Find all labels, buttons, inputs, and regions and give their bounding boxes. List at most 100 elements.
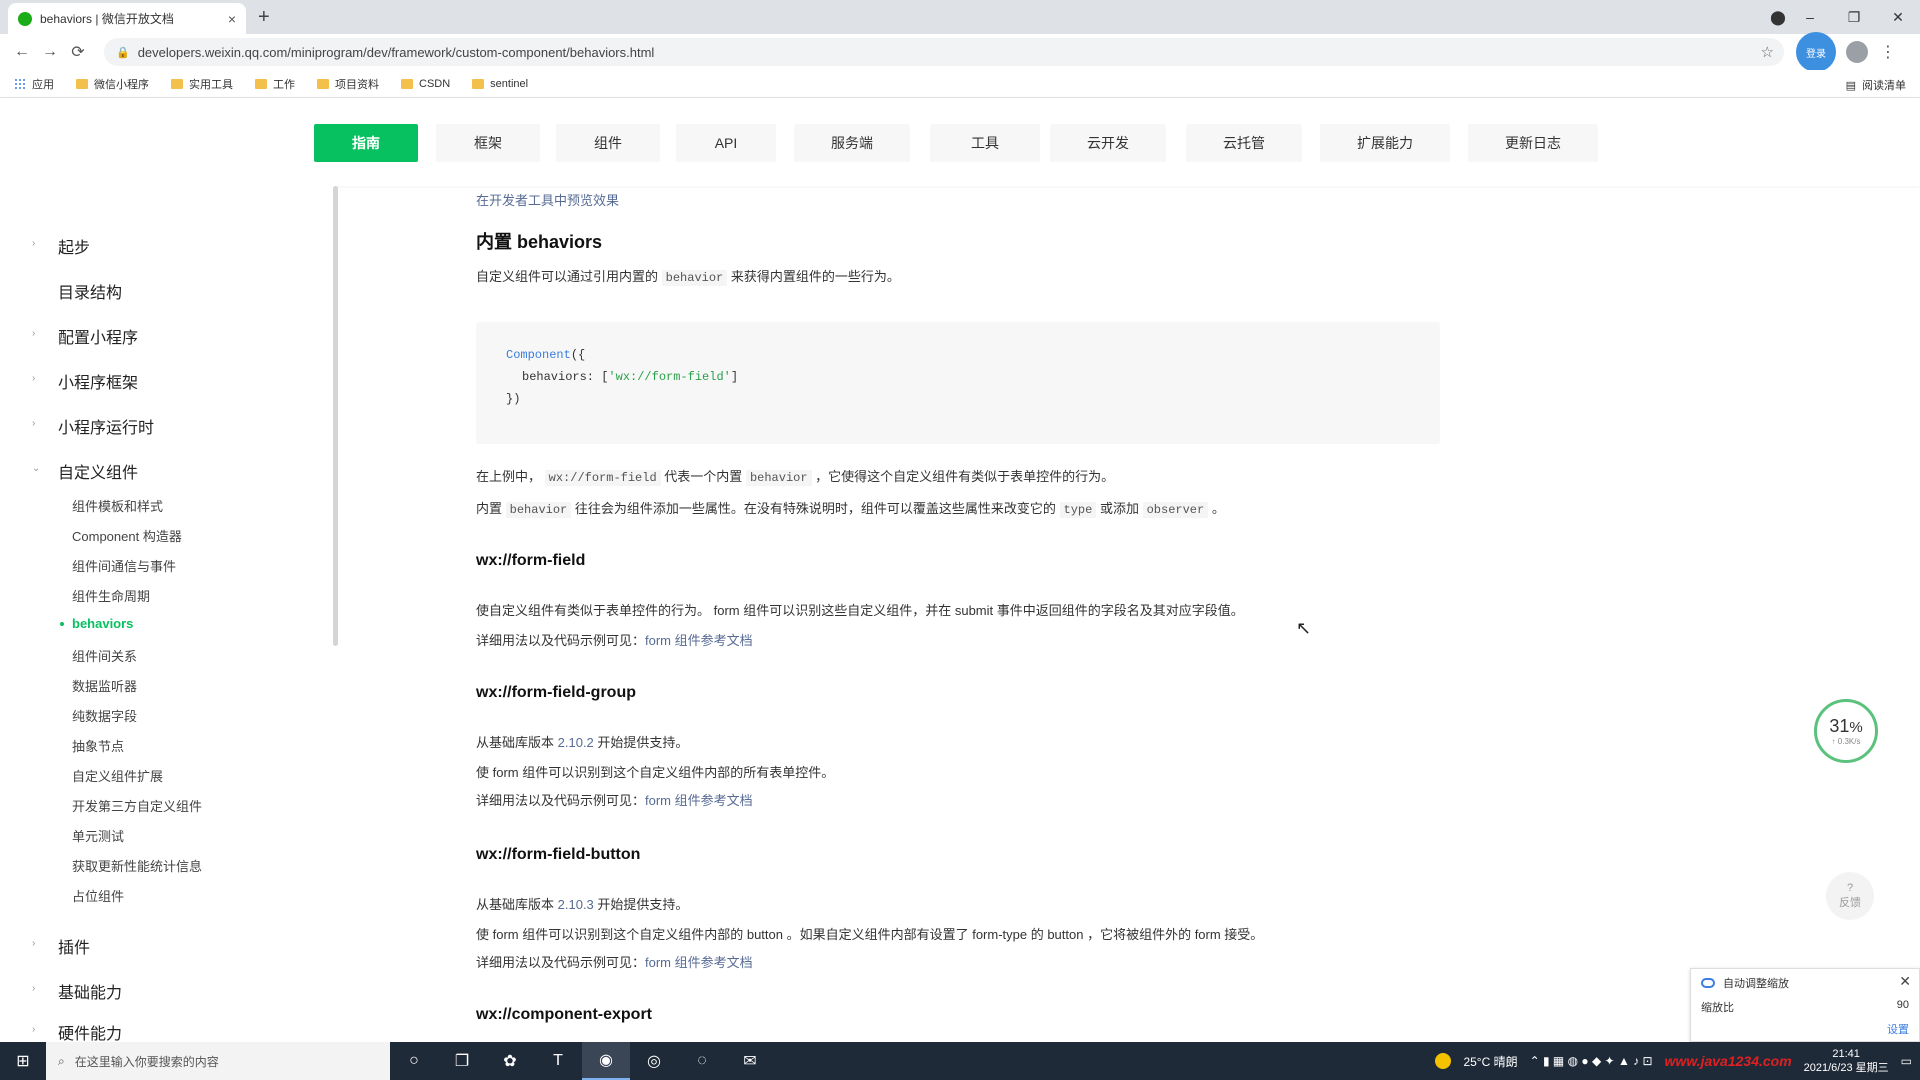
windows-taskbar: ⊞ ⌕ 在这里输入你要搜索的内容 ○ ❐ ✿ T ◉ ◎ ◌ ✉ 25°C 晴朗 … (0, 1042, 1920, 1080)
tab-close-icon[interactable]: × (228, 11, 236, 27)
taskbar-search-input[interactable]: ⌕ 在这里输入你要搜索的内容 (46, 1042, 390, 1080)
nav-server[interactable]: 服务端 (794, 124, 910, 162)
section-title-form-field-button: wx://form-field-button (476, 846, 641, 863)
close-window-button[interactable]: ✕ (1876, 9, 1920, 26)
notifications-icon[interactable]: ▭ (1901, 1054, 1912, 1068)
paragraph: 使 form 组件可以识别到这个自定义组件内部的所有表单控件。 (476, 765, 835, 780)
code-block: Component({ behaviors: ['wx://form-field… (476, 322, 1440, 444)
sidebar-item[interactable]: › 插件 (26, 934, 90, 958)
menu-kebab-icon[interactable]: ⋮ (1880, 42, 1896, 62)
sidebar-item[interactable]: › 小程序运行时 (26, 414, 154, 438)
bookmark-folder[interactable]: 项目资料 (317, 76, 379, 92)
form-doc-link[interactable]: form 组件参考文档 (645, 955, 753, 970)
nav-tools[interactable]: 工具 (930, 124, 1040, 162)
system-tray: 25°C 晴朗 ⌃ ▮ ▦ ◍ ● ◆ ✦ ▲ ♪ ⊡ www.java1234… (1435, 1042, 1912, 1080)
sidebar-subitem[interactable]: 占位组件 (72, 886, 124, 905)
sidebar-item-expanded[interactable]: ⌄ 自定义组件 (26, 459, 138, 483)
sidebar-scrollbar[interactable] (333, 186, 338, 646)
feedback-button[interactable]: ? 反馈 (1826, 872, 1874, 920)
wechat-icon[interactable]: ✉ (726, 1042, 774, 1080)
code-line: }) (506, 392, 521, 406)
docs-top-nav: 指南 框架 组件 API 服务端 工具 云开发 云托管 扩展能力 更新日志 (0, 98, 1920, 186)
bookmark-folder[interactable]: sentinel (472, 78, 528, 90)
sidebar-subitem[interactable]: 获取更新性能统计信息 (72, 856, 202, 875)
sidebar-subitem[interactable]: 组件生命周期 (72, 586, 150, 605)
sidebar-item[interactable]: 目录结构 (26, 279, 122, 303)
sidebar-subitem[interactable]: 组件间通信与事件 (72, 556, 176, 575)
address-bar[interactable]: 🔒 developers.weixin.qq.com/miniprogram/d… (104, 38, 1784, 66)
nav-cloud-dev[interactable]: 云开发 (1050, 124, 1166, 162)
version-link[interactable]: 2.10.3 (558, 897, 594, 912)
paragraph: 从基础库版本 2.10.3 开始提供支持。 (476, 897, 689, 912)
sidebar-item[interactable]: › 配置小程序 (26, 324, 138, 348)
nav-guide[interactable]: 指南 (314, 124, 418, 162)
bookmark-folder[interactable]: 微信小程序 (76, 76, 149, 92)
windows-start-icon[interactable]: ⊞ (0, 1042, 46, 1080)
section-title-form-field: wx://form-field (476, 552, 586, 569)
sidebar-subitem[interactable]: 组件间关系 (72, 646, 137, 665)
app-icon[interactable]: ✿ (486, 1042, 534, 1080)
preview-in-devtools-link[interactable]: 在开发者工具中预览效果 (476, 190, 619, 209)
form-doc-link[interactable]: form 组件参考文档 (645, 633, 753, 648)
version-link[interactable]: 2.10.2 (558, 735, 594, 750)
sidebar-subitem[interactable]: Component 构造器 (72, 526, 182, 545)
nav-framework[interactable]: 框架 (436, 124, 540, 162)
apps-grid-icon (14, 77, 26, 90)
browser-tab[interactable]: behaviors | 微信开放文档 × (8, 3, 246, 34)
back-arrow-icon[interactable]: ← (8, 43, 36, 61)
clock[interactable]: 21:41 2021/6/23 星期三 (1804, 1047, 1889, 1075)
notification-settings-link[interactable]: 设置 (1887, 1021, 1909, 1037)
search-icon: ⌕ (58, 1053, 65, 1068)
bookmark-folder[interactable]: CSDN (401, 78, 450, 90)
folder-icon (401, 78, 413, 89)
sidebar-subitem[interactable]: 单元测试 (72, 826, 124, 845)
nav-extensions[interactable]: 扩展能力 (1320, 124, 1450, 162)
task-view-icon[interactable]: ❐ (438, 1042, 486, 1080)
bookmark-folder[interactable]: 工作 (255, 76, 295, 92)
sidebar-item[interactable]: › 基础能力 (26, 979, 122, 1003)
reading-list[interactable]: ▤ 阅读清单 (1846, 77, 1906, 93)
nav-changelog[interactable]: 更新日志 (1468, 124, 1598, 162)
chat-app-icon[interactable]: ◌ (678, 1042, 726, 1080)
bookmarks-bar: 应用 微信小程序 实用工具 工作 项目资料 CSDN sentinel ▤ 阅读清… (0, 70, 1920, 98)
sidebar-subitem[interactable]: 数据监听器 (72, 676, 137, 695)
restore-button[interactable]: ❐ (1832, 9, 1876, 26)
code-line: Component({ (506, 348, 586, 362)
weather-sun-icon (1435, 1053, 1452, 1069)
sidebar-subitem[interactable]: 自定义组件扩展 (72, 766, 163, 785)
sidebar-item[interactable]: › 硬件能力 (26, 1020, 122, 1044)
qq-browser-icon[interactable]: ◎ (630, 1042, 678, 1080)
forward-arrow-icon[interactable]: → (36, 43, 64, 61)
sidebar-item[interactable]: › 小程序框架 (26, 369, 138, 393)
network-speed-widget[interactable]: 31% ↑ 0.3K/s (1814, 699, 1878, 763)
sidebar-subitem[interactable]: 纯数据字段 (72, 706, 137, 725)
nav-api[interactable]: API (676, 124, 776, 162)
bookmark-star-icon[interactable]: ☆ (1761, 43, 1774, 61)
sidebar-subitem[interactable]: 开发第三方自定义组件 (72, 796, 202, 815)
cortana-icon[interactable]: ○ (390, 1042, 438, 1080)
lock-icon: 🔒 (116, 46, 130, 59)
minimize-button[interactable]: – (1788, 9, 1832, 25)
paragraph: 详细用法以及代码示例可见：form 组件参考文档 (476, 633, 753, 648)
bookmark-apps[interactable]: 应用 (14, 76, 54, 92)
sidebar-item[interactable]: › 起步 (26, 234, 90, 258)
sidebar-subitem-active[interactable]: behaviors (60, 616, 133, 631)
nav-cloud-hosting[interactable]: 云托管 (1186, 124, 1302, 162)
chrome-icon[interactable]: ◉ (582, 1042, 630, 1080)
notification-close-icon[interactable]: ✕ (1899, 973, 1911, 990)
new-tab-button[interactable]: + (258, 6, 270, 29)
reload-icon[interactable]: ⟳ (64, 42, 92, 62)
typora-icon[interactable]: T (534, 1042, 582, 1080)
sidebar-subitem[interactable]: 抽象节点 (72, 736, 124, 755)
tray-icons[interactable]: ⌃ ▮ ▦ ◍ ● ◆ ✦ ▲ ♪ ⊡ (1530, 1054, 1653, 1068)
bookmark-folder[interactable]: 实用工具 (171, 76, 233, 92)
browser-tabstrip: behaviors | 微信开放文档 × + ⬤ – ❐ ✕ (0, 0, 1920, 34)
user-icon[interactable] (1846, 41, 1868, 63)
sidebar-subitem[interactable]: 组件模板和样式 (72, 496, 163, 515)
nav-components[interactable]: 组件 (556, 124, 660, 162)
docs-sidebar: › 起步 目录结构 › 配置小程序 › 小程序框架 › 小程序运行时 ⌄ 自定义组件 组件… (0, 186, 336, 1044)
profile-avatar[interactable]: 登录 (1796, 32, 1836, 72)
mouse-cursor-icon: ↖ (1296, 618, 1312, 638)
question-icon: ? (1846, 882, 1854, 894)
form-doc-link[interactable]: form 组件参考文档 (645, 793, 753, 808)
